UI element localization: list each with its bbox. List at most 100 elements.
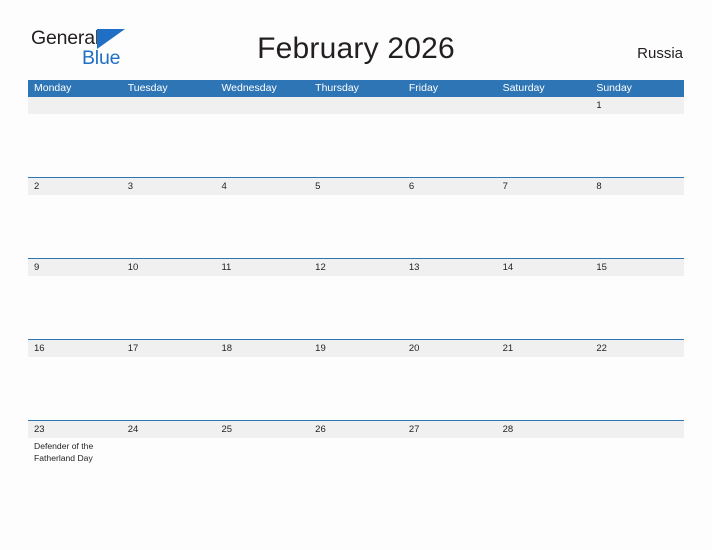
day-number-4[interactable]: 4 (215, 178, 309, 195)
day-cell-8[interactable] (590, 195, 684, 258)
week-date-band: 2345678 (28, 178, 684, 195)
day-cell-empty (215, 114, 309, 177)
day-number-20[interactable]: 20 (403, 340, 497, 357)
day-cell-20[interactable] (403, 357, 497, 420)
day-number-27[interactable]: 27 (403, 421, 497, 438)
day-cell-empty (590, 438, 684, 501)
day-number-18[interactable]: 18 (215, 340, 309, 357)
calendar-week-row: 9 10 11 12 13 14 15 (28, 258, 684, 339)
week-date-band: 9 10 11 12 13 14 15 (28, 259, 684, 276)
day-cell-7[interactable] (497, 195, 591, 258)
day-cell-24[interactable] (122, 438, 216, 501)
day-number-16[interactable]: 16 (28, 340, 122, 357)
day-cell-23[interactable]: Defender of the Fatherland Day (28, 438, 122, 501)
day-cell-empty (403, 114, 497, 177)
day-number-26[interactable]: 26 (309, 421, 403, 438)
day-number-25[interactable]: 25 (215, 421, 309, 438)
calendar-grid: Monday Tuesday Wednesday Thursday Friday Satu… (28, 80, 684, 501)
day-cell-14[interactable] (497, 276, 591, 339)
day-number-empty (28, 97, 122, 114)
day-number-2[interactable]: 2 (28, 178, 122, 195)
weekday-header-row: Monday Tuesday Wednesday Thursday Friday Satu… (28, 80, 684, 97)
day-cell-22[interactable] (590, 357, 684, 420)
day-number-17[interactable]: 17 (122, 340, 216, 357)
day-cell-21[interactable] (497, 357, 591, 420)
day-number-empty (309, 97, 403, 114)
day-cell-17[interactable] (122, 357, 216, 420)
calendar-page: General Blue February 2026 Russia Monday… (0, 0, 712, 550)
day-number-1[interactable]: 1 (590, 97, 684, 114)
day-number-15[interactable]: 15 (590, 259, 684, 276)
day-number-24[interactable]: 24 (122, 421, 216, 438)
day-number-empty (403, 97, 497, 114)
day-cell-2[interactable] (28, 195, 122, 258)
calendar-week-row: 16 17 18 19 20 21 22 (28, 339, 684, 420)
day-number-13[interactable]: 13 (403, 259, 497, 276)
day-number-7[interactable]: 7 (497, 178, 591, 195)
day-cell-9[interactable] (28, 276, 122, 339)
day-cell-25[interactable] (215, 438, 309, 501)
day-cell-28[interactable] (497, 438, 591, 501)
day-cell-15[interactable] (590, 276, 684, 339)
day-event: Defender of the Fatherland Day (34, 441, 94, 463)
day-number-10[interactable]: 10 (122, 259, 216, 276)
day-number-21[interactable]: 21 (497, 340, 591, 357)
day-number-14[interactable]: 14 (497, 259, 591, 276)
day-cell-6[interactable] (403, 195, 497, 258)
weekday-header-thursday: Thursday (315, 82, 359, 94)
day-cell-empty (122, 114, 216, 177)
week-date-band: 23 24 25 26 27 28 (28, 421, 684, 438)
day-number-empty (590, 421, 684, 438)
day-number-12[interactable]: 12 (309, 259, 403, 276)
day-cell-27[interactable] (403, 438, 497, 501)
day-cell-empty (497, 114, 591, 177)
weekday-header-monday: Monday (34, 82, 72, 94)
calendar-weeks: 1 2 3 4 5 6 7 8 9 10 11 12 13 14 15 16 17 18 19 20 21 22 23 24 2… (28, 97, 684, 501)
week-date-band: 1 (28, 97, 684, 114)
weekday-header-saturday: Saturday (502, 82, 545, 94)
day-number-22[interactable]: 22 (590, 340, 684, 357)
day-cell-5[interactable] (309, 195, 403, 258)
week-body-band (28, 357, 684, 420)
calendar-week-row: 2345678 (28, 177, 684, 258)
day-cell-19[interactable] (309, 357, 403, 420)
country-label: Russia (637, 45, 683, 62)
day-number-3[interactable]: 3 (122, 178, 216, 195)
day-number-empty (215, 97, 309, 114)
day-cell-11[interactable] (215, 276, 309, 339)
day-cell-empty (28, 114, 122, 177)
page-masthead: General Blue February 2026 Russia (0, 0, 712, 80)
day-cell-4[interactable] (215, 195, 309, 258)
page-title: February 2026 (257, 32, 455, 65)
calendar-week-row: 1 (28, 97, 684, 177)
weekday-header-sunday: Sunday (596, 82, 632, 94)
day-number-9[interactable]: 9 (28, 259, 122, 276)
day-number-8[interactable]: 8 (590, 178, 684, 195)
day-cell-3[interactable] (122, 195, 216, 258)
week-body-band (28, 114, 684, 177)
day-cell-13[interactable] (403, 276, 497, 339)
day-cell-empty (309, 114, 403, 177)
day-cell-10[interactable] (122, 276, 216, 339)
day-number-6[interactable]: 6 (403, 178, 497, 195)
day-number-23[interactable]: 23 (28, 421, 122, 438)
day-number-5[interactable]: 5 (309, 178, 403, 195)
day-number-28[interactable]: 28 (497, 421, 591, 438)
week-body-band (28, 276, 684, 339)
calendar-week-row: 23 24 25 26 27 28 Defender of the Fatherland D… (28, 420, 684, 501)
weekday-header-friday: Friday (408, 82, 439, 94)
week-date-band: 16 17 18 19 20 21 22 (28, 340, 684, 357)
day-number-19[interactable]: 19 (309, 340, 403, 357)
weekday-header-tuesday: Tuesday (127, 82, 168, 94)
day-cell-26[interactable] (309, 438, 403, 501)
day-number-empty (497, 97, 591, 114)
day-cell-16[interactable] (28, 357, 122, 420)
day-number-empty (122, 97, 216, 114)
day-cell-12[interactable] (309, 276, 403, 339)
week-body-band: Defender of the Fatherland Day (28, 438, 684, 501)
weekday-header-wednesday: Wednesday (221, 82, 277, 94)
day-number-11[interactable]: 11 (215, 259, 309, 276)
week-body-band (28, 195, 684, 258)
day-cell-18[interactable] (215, 357, 309, 420)
day-cell-1[interactable] (590, 114, 684, 177)
